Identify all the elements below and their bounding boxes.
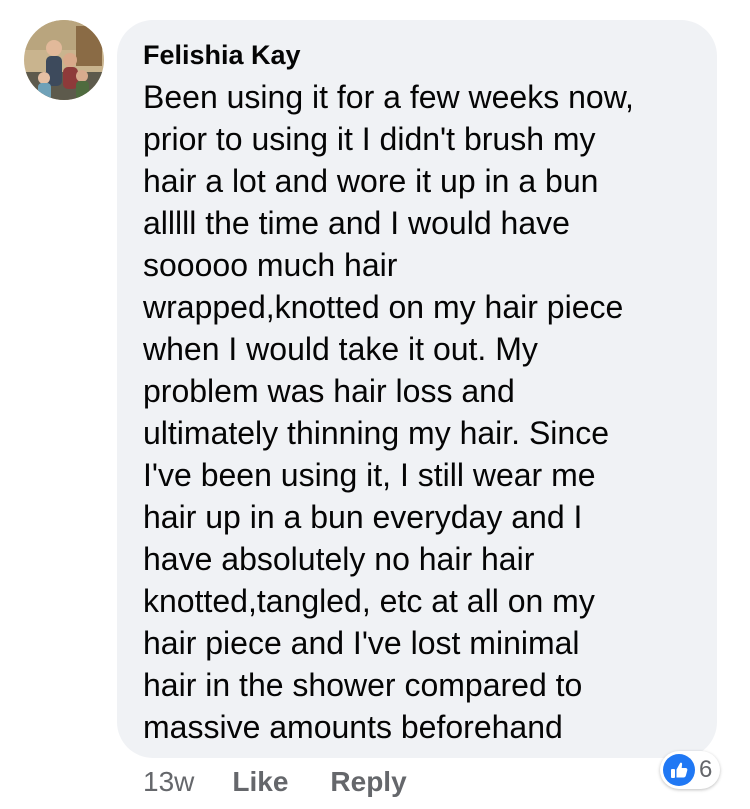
comment-line: when I would take it out. My [143,331,538,367]
comment-line: problem was hair loss and [143,373,515,409]
like-button[interactable]: Like [232,766,288,798]
profile-photo [24,20,104,100]
comment-line: ultimately thinning my hair. Since [143,415,609,451]
comment-line: wrapped,knotted on my hair piece [143,289,624,325]
comment-line: massive amounts beforehand [143,709,563,745]
comment-line: prior to using it I didn't brush my [143,121,596,157]
reply-button[interactable]: Reply [330,766,406,798]
comment-line: hair a lot and wore it up in a bun [143,163,599,199]
comment-line: hair piece and I've lost minimal [143,625,580,661]
reaction-count: 6 [699,756,713,783]
comment-line: have absolutely no hair hair [143,541,535,577]
comment-line: knotted,tangled, etc at all on my [143,583,595,619]
comment-line: Been using it for a few weeks now, [143,79,634,115]
comment-bubble: Felishia Kay Been using it for a few wee… [117,20,717,758]
comment-line: sooooo much hair [143,247,398,283]
comment-author[interactable]: Felishia Kay [143,38,697,72]
avatar[interactable] [24,20,104,100]
reaction-summary[interactable]: 6 [660,751,721,789]
comment-line: hair up in a bun everyday and I [143,499,583,535]
comment-actions: 13w Like Reply [143,762,449,802]
comment-line: I've been using it, I still wear me [143,457,596,493]
comment-line: alllll the time and I would have [143,205,570,241]
thumbs-up-icon [663,754,695,786]
comment-text: Been using it for a few weeks now, prior… [143,76,697,748]
comment-timestamp[interactable]: 13w [143,766,194,798]
comment-line: hair in the shower compared to [143,667,583,703]
